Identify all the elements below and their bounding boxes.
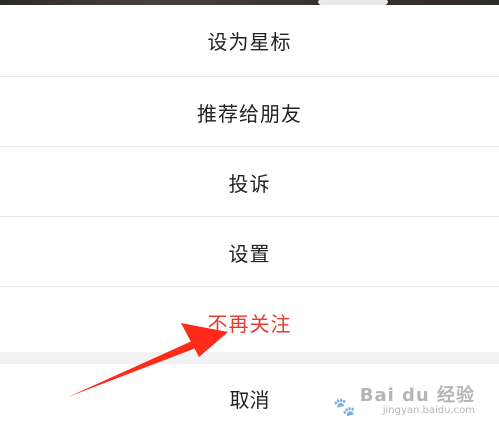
watermark: 🐾 Bai du 经验 jingyan.baidu.com (333, 387, 475, 417)
menu-item-report[interactable]: 投诉 (0, 147, 499, 218)
watermark-text: Bai du 经验 (359, 385, 475, 406)
menu-item-unfollow-label: 不再关注 (207, 312, 292, 336)
menu-item-report-label: 投诉 (228, 172, 271, 196)
section-gap (0, 352, 499, 364)
menu-item-settings[interactable]: 设置 (0, 217, 499, 288)
menu-item-settings-label: 设置 (228, 242, 271, 266)
menu-item-star-label: 设为星标 (207, 30, 292, 54)
menu-item-recommend-label: 推荐给朋友 (197, 102, 302, 126)
paw-icon: 🐾 (333, 397, 356, 418)
menu-item-star[interactable]: 设为星标 (0, 5, 499, 76)
cancel-button-label: 取消 (229, 388, 270, 412)
menu-item-recommend[interactable]: 推荐给朋友 (0, 77, 499, 148)
menu-item-unfollow[interactable]: 不再关注 (0, 287, 499, 358)
watermark-url: jingyan.baidu.com (382, 405, 475, 416)
